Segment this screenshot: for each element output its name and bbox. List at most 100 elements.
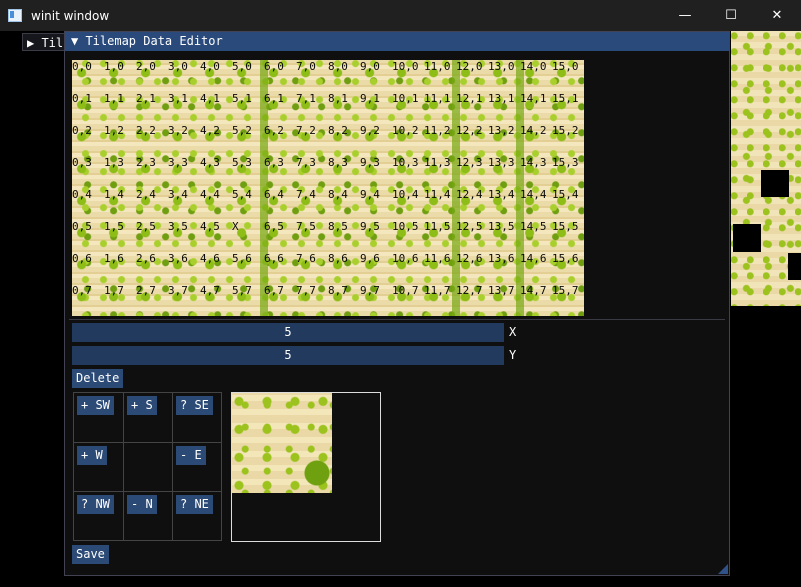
ne-button[interactable]: ? NE bbox=[176, 495, 213, 514]
editor-title-bar[interactable]: ▼ Tilemap Data Editor bbox=[65, 32, 729, 51]
tile-cell[interactable]: 12,3 bbox=[456, 156, 488, 188]
tile-cell[interactable]: 3,7 bbox=[168, 284, 200, 316]
save-button[interactable]: Save bbox=[72, 545, 109, 564]
se-button[interactable]: ? SE bbox=[176, 396, 213, 415]
tile-cell[interactable]: 12,7 bbox=[456, 284, 488, 316]
tile-cell[interactable]: 13,0 bbox=[488, 60, 520, 92]
tile-cell[interactable]: 8,6 bbox=[328, 252, 360, 284]
tile-cell[interactable]: 8,1 bbox=[328, 92, 360, 124]
tile-cell[interactable]: 15,5 bbox=[552, 220, 584, 252]
tile-cell[interactable]: 1,3 bbox=[104, 156, 136, 188]
e-button[interactable]: - E bbox=[176, 446, 206, 465]
tile-cell[interactable]: 9,7 bbox=[360, 284, 392, 316]
tile-cell[interactable]: 12,5 bbox=[456, 220, 488, 252]
tile-cell[interactable]: 13,2 bbox=[488, 124, 520, 156]
tile-cell[interactable]: 10,0 bbox=[392, 60, 424, 92]
tile-cell[interactable]: X bbox=[232, 220, 264, 252]
tile-cell[interactable]: 8,3 bbox=[328, 156, 360, 188]
tile-cell[interactable]: 3,2 bbox=[168, 124, 200, 156]
tile-cell[interactable]: 3,1 bbox=[168, 92, 200, 124]
tile-cell[interactable]: 13,6 bbox=[488, 252, 520, 284]
tile-cell[interactable]: 6,0 bbox=[264, 60, 296, 92]
tile-cell[interactable]: 6,7 bbox=[264, 284, 296, 316]
tile-cell[interactable]: 6,3 bbox=[264, 156, 296, 188]
tile-cell[interactable]: 5,3 bbox=[232, 156, 264, 188]
tile-cell[interactable]: 2,0 bbox=[136, 60, 168, 92]
tile-cell[interactable]: 9,1 bbox=[360, 92, 392, 124]
tile-cell[interactable]: 0,0 bbox=[72, 60, 104, 92]
tile-cell[interactable]: 9,5 bbox=[360, 220, 392, 252]
tile-cell[interactable]: 10,1 bbox=[392, 92, 424, 124]
tile-cell[interactable]: 4,7 bbox=[200, 284, 232, 316]
tile-cell[interactable]: 11,7 bbox=[424, 284, 456, 316]
tile-cell[interactable]: 14,7 bbox=[520, 284, 552, 316]
tile-cell[interactable]: 9,3 bbox=[360, 156, 392, 188]
tile-cell[interactable]: 11,0 bbox=[424, 60, 456, 92]
tile-cell[interactable]: 11,5 bbox=[424, 220, 456, 252]
tile-cell[interactable]: 1,2 bbox=[104, 124, 136, 156]
tile-cell[interactable]: 2,6 bbox=[136, 252, 168, 284]
tile-cell[interactable]: 10,5 bbox=[392, 220, 424, 252]
tile-cell[interactable]: 3,4 bbox=[168, 188, 200, 220]
tile-cell[interactable]: 1,7 bbox=[104, 284, 136, 316]
tile-cell[interactable]: 15,6 bbox=[552, 252, 584, 284]
tile-cell[interactable]: 15,4 bbox=[552, 188, 584, 220]
tile-cell[interactable]: 12,0 bbox=[456, 60, 488, 92]
tile-cell[interactable]: 13,4 bbox=[488, 188, 520, 220]
tile-cell[interactable]: 1,5 bbox=[104, 220, 136, 252]
tile-cell[interactable]: 9,4 bbox=[360, 188, 392, 220]
tile-cell[interactable]: 5,1 bbox=[232, 92, 264, 124]
tile-cell[interactable]: 2,2 bbox=[136, 124, 168, 156]
tile-cell[interactable]: 14,4 bbox=[520, 188, 552, 220]
tile-cell[interactable]: 3,5 bbox=[168, 220, 200, 252]
tileset-grid[interactable]: 0,0 1,0 2,0 3,0 4,0 5,0 6,0 7,0 8,0 9,0 10,0 11,0 12… bbox=[72, 60, 584, 316]
tile-cell[interactable]: 0,5 bbox=[72, 220, 104, 252]
s-button[interactable]: + S bbox=[127, 396, 157, 415]
tile-cell[interactable]: 0,3 bbox=[72, 156, 104, 188]
tile-cell[interactable]: 10,4 bbox=[392, 188, 424, 220]
tile-cell[interactable]: 2,1 bbox=[136, 92, 168, 124]
tile-cell[interactable]: 9,6 bbox=[360, 252, 392, 284]
minimize-button[interactable]: — bbox=[662, 0, 708, 31]
tile-cell[interactable]: 4,4 bbox=[200, 188, 232, 220]
tile-cell[interactable]: 8,7 bbox=[328, 284, 360, 316]
w-button[interactable]: + W bbox=[77, 446, 107, 465]
tile-cell[interactable]: 7,5 bbox=[296, 220, 328, 252]
tile-cell[interactable]: 1,6 bbox=[104, 252, 136, 284]
tile-cell[interactable]: 3,0 bbox=[168, 60, 200, 92]
tile-cell[interactable]: 7,0 bbox=[296, 60, 328, 92]
tile-cell[interactable]: 0,6 bbox=[72, 252, 104, 284]
tile-cell[interactable]: 15,7 bbox=[552, 284, 584, 316]
tile-cell[interactable]: 7,2 bbox=[296, 124, 328, 156]
tile-cell[interactable]: 15,1 bbox=[552, 92, 584, 124]
tile-cell[interactable]: 8,0 bbox=[328, 60, 360, 92]
maximize-button[interactable]: ☐ bbox=[708, 0, 754, 31]
tile-cell[interactable]: 0,1 bbox=[72, 92, 104, 124]
tile-cell[interactable]: 13,5 bbox=[488, 220, 520, 252]
tile-cell[interactable]: 9,2 bbox=[360, 124, 392, 156]
tile-cell[interactable]: 14,3 bbox=[520, 156, 552, 188]
tile-cell[interactable]: 6,2 bbox=[264, 124, 296, 156]
tile-cell[interactable]: 13,7 bbox=[488, 284, 520, 316]
tile-cell[interactable]: 7,1 bbox=[296, 92, 328, 124]
tile-cell[interactable]: 4,3 bbox=[200, 156, 232, 188]
tile-cell[interactable]: 12,4 bbox=[456, 188, 488, 220]
tile-cell[interactable]: 4,5 bbox=[200, 220, 232, 252]
tile-cell[interactable]: 4,6 bbox=[200, 252, 232, 284]
resize-grip[interactable] bbox=[718, 564, 728, 574]
tile-cell[interactable]: 2,5 bbox=[136, 220, 168, 252]
tile-cell[interactable]: 8,2 bbox=[328, 124, 360, 156]
tile-cell[interactable]: 2,7 bbox=[136, 284, 168, 316]
y-slider[interactable]: 5 bbox=[72, 346, 504, 365]
x-slider[interactable]: 5 bbox=[72, 323, 504, 342]
tile-cell[interactable]: 10,3 bbox=[392, 156, 424, 188]
close-button[interactable]: ✕ bbox=[754, 0, 800, 31]
tile-cell[interactable]: 11,2 bbox=[424, 124, 456, 156]
tile-cell[interactable]: 7,3 bbox=[296, 156, 328, 188]
tile-cell[interactable]: 4,0 bbox=[200, 60, 232, 92]
tile-cell[interactable]: 12,6 bbox=[456, 252, 488, 284]
tile-cell[interactable]: 1,0 bbox=[104, 60, 136, 92]
tile-cell[interactable]: 1,1 bbox=[104, 92, 136, 124]
tile-cell[interactable]: 5,7 bbox=[232, 284, 264, 316]
tile-cell[interactable]: 8,5 bbox=[328, 220, 360, 252]
